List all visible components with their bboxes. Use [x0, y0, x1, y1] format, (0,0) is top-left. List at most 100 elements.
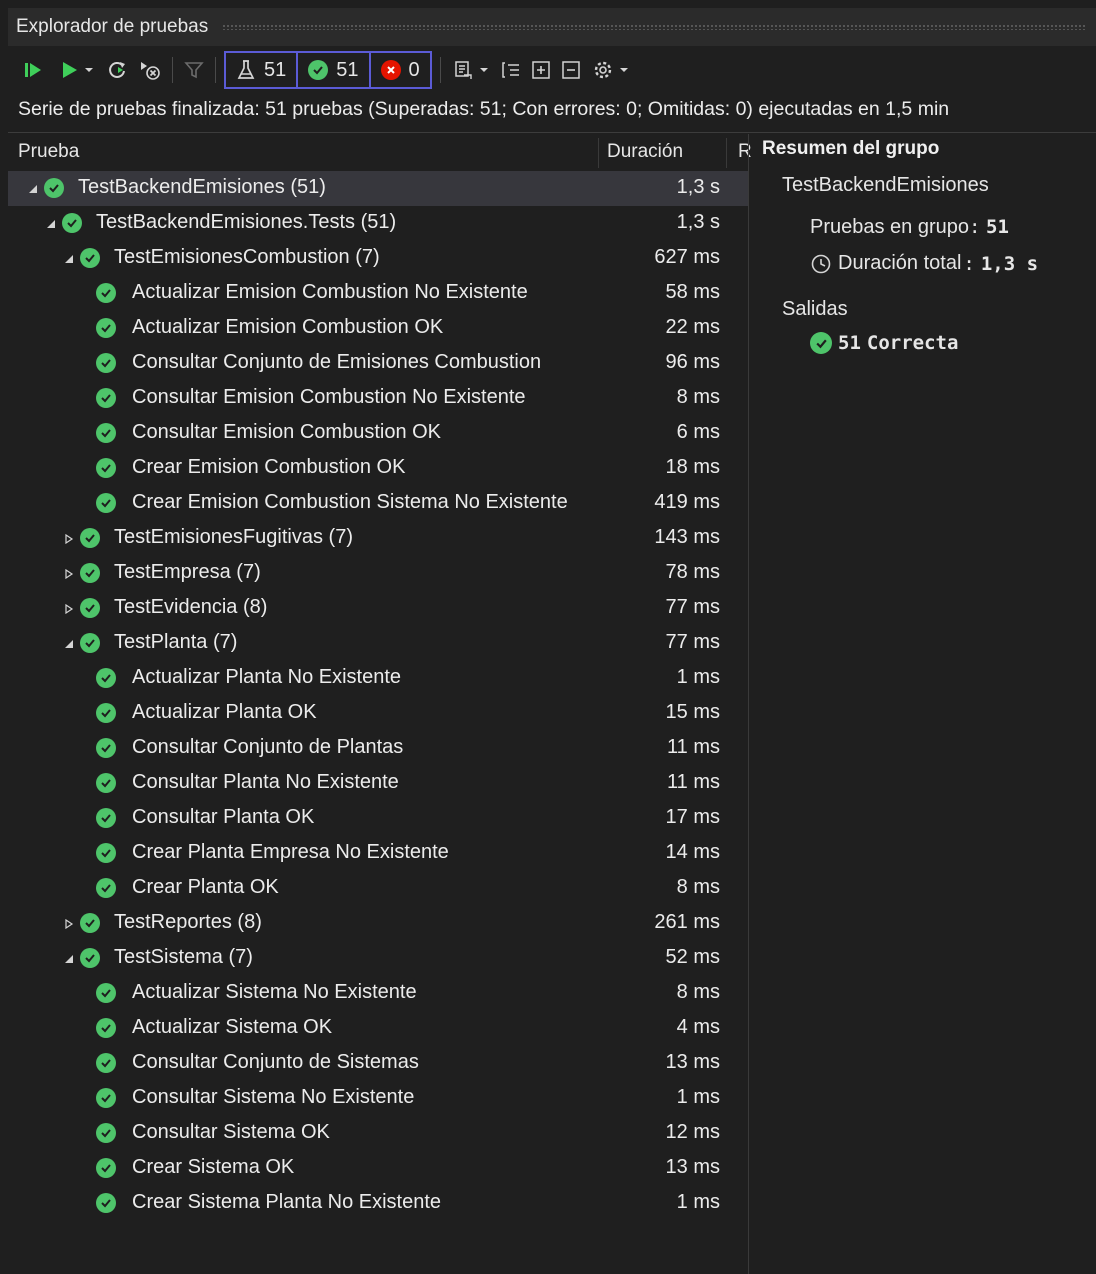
test-tree-row[interactable]: Crear Planta OK 8 ms — [8, 871, 748, 906]
test-name: Consultar Sistema No Existente — [132, 1086, 414, 1109]
test-name: Crear Emision Combustion Sistema No Exis… — [132, 491, 568, 514]
test-tree-row[interactable]: Crear Planta Empresa No Existente 14 ms — [8, 836, 748, 871]
test-name: TestEmisionesFugitivas (7) — [114, 526, 353, 549]
test-name: Consultar Sistema OK — [132, 1121, 330, 1144]
test-tree-row[interactable]: Crear Emision Combustion OK 18 ms — [8, 451, 748, 486]
test-name: TestEmpresa (7) — [114, 561, 261, 584]
pane-splitter[interactable] — [748, 134, 749, 1274]
title-bar[interactable]: Explorador de pruebas — [8, 8, 1096, 46]
run-dropdown-icon[interactable] — [82, 55, 96, 85]
test-tree-row[interactable]: Consultar Conjunto de Sistemas 13 ms — [8, 1046, 748, 1081]
test-duration: 14 ms — [665, 841, 720, 863]
passed-icon — [44, 178, 64, 198]
expanded-arrow-icon[interactable] — [44, 217, 58, 231]
test-duration: 143 ms — [654, 526, 720, 548]
column-header-duration[interactable]: Duración — [607, 141, 683, 163]
test-name-label: Crear Planta Empresa No Existente — [132, 841, 449, 863]
passed-icon — [80, 563, 100, 583]
settings-gear-icon[interactable] — [589, 55, 617, 85]
passed-tests-counter[interactable]: 51 — [296, 51, 371, 89]
settings-dropdown-icon[interactable] — [617, 55, 631, 85]
passed-icon — [80, 948, 100, 968]
total-tests-counter[interactable]: 51 — [224, 51, 299, 89]
test-tree-row[interactable]: Actualizar Sistema OK 4 ms — [8, 1011, 748, 1046]
group-by-icon[interactable] — [497, 55, 525, 85]
run-all-icon[interactable] — [18, 55, 48, 85]
test-tree-row[interactable]: Crear Sistema OK 13 ms — [8, 1151, 748, 1186]
test-count: (7) — [355, 246, 380, 268]
passed-icon — [96, 843, 116, 863]
repeat-run-icon[interactable] — [104, 55, 130, 85]
column-divider[interactable] — [726, 138, 727, 168]
expanded-arrow-icon[interactable] — [26, 182, 40, 196]
test-name-label: Crear Emision Combustion Sistema No Exis… — [132, 491, 568, 513]
test-tree-row[interactable]: TestEvidencia (8) 77 ms — [8, 591, 748, 626]
test-duration: 77 ms — [665, 596, 720, 618]
group-summary-heading: Resumen del grupo — [762, 138, 940, 159]
run-icon[interactable] — [56, 55, 82, 85]
expand-all-icon[interactable] — [527, 55, 555, 85]
cancel-run-icon[interactable] — [136, 55, 164, 85]
test-tree-row[interactable]: TestSistema (7) 52 ms — [8, 941, 748, 976]
total-tests-count: 51 — [264, 58, 287, 81]
test-tree-row[interactable]: Actualizar Sistema No Existente 8 ms — [8, 976, 748, 1011]
toolbar-separator — [172, 57, 173, 83]
collapsed-arrow-icon[interactable] — [62, 567, 76, 581]
collapsed-arrow-icon[interactable] — [62, 917, 76, 931]
expanded-arrow-icon[interactable] — [62, 637, 76, 651]
passed-icon — [96, 703, 116, 723]
test-tree-row[interactable]: TestBackendEmisiones.Tests (51) 1,3 s — [8, 206, 748, 241]
test-name: TestEvidencia (8) — [114, 596, 267, 619]
test-tree-row[interactable]: TestEmisionesCombustion (7) 627 ms — [8, 241, 748, 276]
test-tree-row[interactable]: Consultar Conjunto de Emisiones Combusti… — [8, 346, 748, 381]
expanded-arrow-icon[interactable] — [62, 952, 76, 966]
test-tree-row[interactable]: Actualizar Planta OK 15 ms — [8, 696, 748, 731]
test-tree-row[interactable]: TestPlanta (7) 77 ms — [8, 626, 748, 661]
test-duration: 627 ms — [654, 246, 720, 268]
collapsed-arrow-icon[interactable] — [62, 602, 76, 616]
test-duration: 18 ms — [665, 456, 720, 478]
test-tree-row[interactable]: Actualizar Emision Combustion OK 22 ms — [8, 311, 748, 346]
test-tree-row[interactable]: Actualizar Planta No Existente 1 ms — [8, 661, 748, 696]
failed-tests-count: 0 — [408, 58, 420, 81]
passed-icon — [96, 1053, 116, 1073]
passed-icon — [80, 528, 100, 548]
failed-icon — [380, 60, 401, 80]
expanded-arrow-icon[interactable] — [62, 252, 76, 266]
playlist-icon[interactable] — [449, 55, 477, 85]
test-tree-row[interactable]: TestReportes (8) 261 ms — [8, 906, 748, 941]
failed-tests-counter[interactable]: 0 — [368, 51, 432, 89]
collapsed-arrow-icon[interactable] — [62, 532, 76, 546]
passed-icon — [96, 1158, 116, 1178]
test-name-label: Consultar Sistema OK — [132, 1121, 330, 1143]
title-bar-grip — [222, 24, 1086, 30]
test-tree-row[interactable]: TestEmpresa (7) 78 ms — [8, 556, 748, 591]
passed-icon — [62, 213, 82, 233]
outputs-heading: Salidas — [782, 298, 848, 320]
toolbar: 51 51 0 — [8, 48, 1096, 92]
test-tree-row[interactable]: TestBackendEmisiones (51) 1,3 s — [8, 171, 748, 206]
test-tree-row[interactable]: Crear Emision Combustion Sistema No Exis… — [8, 486, 748, 521]
test-tree-row[interactable]: Consultar Conjunto de Plantas 11 ms — [8, 731, 748, 766]
filter-icon[interactable] — [181, 55, 207, 85]
column-header-truncated[interactable]: R — [738, 141, 752, 163]
test-tree-row[interactable]: Consultar Planta No Existente 11 ms — [8, 766, 748, 801]
tests-in-group-label: Pruebas en grupo — [810, 216, 970, 238]
test-tree-row[interactable]: Consultar Emision Combustion No Existent… — [8, 381, 748, 416]
test-name: Actualizar Emision Combustion OK — [132, 316, 443, 339]
test-tree-row[interactable]: Crear Sistema Planta No Existente 1 ms — [8, 1186, 748, 1221]
passed-icon — [96, 1088, 116, 1108]
test-name-label: Crear Sistema Planta No Existente — [132, 1191, 442, 1213]
outputs-result[interactable]: 51 Correcta — [810, 332, 958, 354]
playlist-dropdown-icon[interactable] — [477, 55, 491, 85]
test-duration: 52 ms — [665, 946, 720, 968]
column-divider[interactable] — [598, 138, 599, 168]
column-header-test[interactable]: Prueba — [18, 141, 79, 163]
collapse-all-icon[interactable] — [557, 55, 585, 85]
test-tree-row[interactable]: Consultar Planta OK 17 ms — [8, 801, 748, 836]
test-tree-row[interactable]: TestEmisionesFugitivas (7) 143 ms — [8, 521, 748, 556]
test-tree-row[interactable]: Actualizar Emision Combustion No Existen… — [8, 276, 748, 311]
test-tree-row[interactable]: Consultar Sistema No Existente 1 ms — [8, 1081, 748, 1116]
test-tree-row[interactable]: Consultar Emision Combustion OK 6 ms — [8, 416, 748, 451]
test-tree-row[interactable]: Consultar Sistema OK 12 ms — [8, 1116, 748, 1151]
